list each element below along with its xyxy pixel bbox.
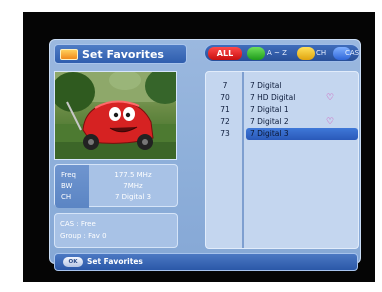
tab-all[interactable]: ALL bbox=[208, 47, 242, 60]
channel-name: 7 HD Digital bbox=[250, 93, 296, 102]
preview-scene bbox=[55, 72, 176, 159]
channel-number: 7 bbox=[222, 81, 228, 90]
channel-name: 7 Digital 2 bbox=[250, 117, 289, 126]
sort-tabs: ALL A ~ Z CH CAS bbox=[204, 44, 360, 62]
cas-info-box: CAS : Free Group : Fav 0 bbox=[54, 213, 178, 248]
channel-name: 7 Digital bbox=[250, 81, 282, 90]
channel-name: 7 Digital 1 bbox=[250, 105, 289, 114]
ok-action-label: Set Favorites bbox=[87, 257, 143, 266]
channel-list: 7 7 Digital 70 7 HD Digital ♡ 71 7 Digit… bbox=[205, 71, 359, 249]
ch-label: CH bbox=[61, 193, 72, 201]
page-title: Set Favorites bbox=[82, 48, 164, 61]
tv-screen: Set Favorites ALL A ~ Z CH CAS Freq BW C… bbox=[23, 12, 375, 282]
channel-name: 7 Digital 3 bbox=[250, 129, 289, 138]
bottom-help-bar: OK Set Favorites bbox=[54, 253, 358, 271]
set-favorites-panel: Set Favorites ALL A ~ Z CH CAS Freq BW C… bbox=[49, 39, 361, 271]
heart-icon: ♡ bbox=[326, 93, 335, 103]
channel-number: 71 bbox=[220, 105, 230, 114]
tab-ch-label: CH bbox=[316, 49, 327, 57]
heart-icon: ♡ bbox=[326, 117, 335, 127]
yellow-button-icon[interactable] bbox=[297, 47, 315, 60]
group-status: Group : Fav 0 bbox=[60, 232, 107, 240]
bw-label: BW bbox=[61, 182, 73, 190]
title-bar: Set Favorites bbox=[54, 44, 187, 64]
tab-cas-label: CAS bbox=[345, 49, 360, 57]
favorites-icon bbox=[60, 49, 78, 60]
bw-value: 7MHz bbox=[123, 182, 143, 190]
channel-number: 73 bbox=[220, 129, 230, 138]
channel-number: 72 bbox=[220, 117, 230, 126]
ok-button-icon[interactable]: OK bbox=[63, 257, 83, 267]
green-button-icon[interactable] bbox=[247, 47, 265, 60]
channel-info-box: Freq BW CH 177.5 MHz 7MHz 7 Digital 3 bbox=[54, 164, 178, 208]
tab-a-z-label: A ~ Z bbox=[267, 49, 287, 57]
info-labels-column: Freq BW CH bbox=[55, 165, 89, 208]
freq-label: Freq bbox=[61, 171, 76, 179]
channel-preview-image bbox=[54, 71, 177, 160]
ch-value: 7 Digital 3 bbox=[114, 193, 152, 201]
channel-number: 70 bbox=[220, 93, 230, 102]
freq-value: 177.5 MHz bbox=[114, 171, 152, 179]
cas-status: CAS : Free bbox=[60, 220, 96, 228]
